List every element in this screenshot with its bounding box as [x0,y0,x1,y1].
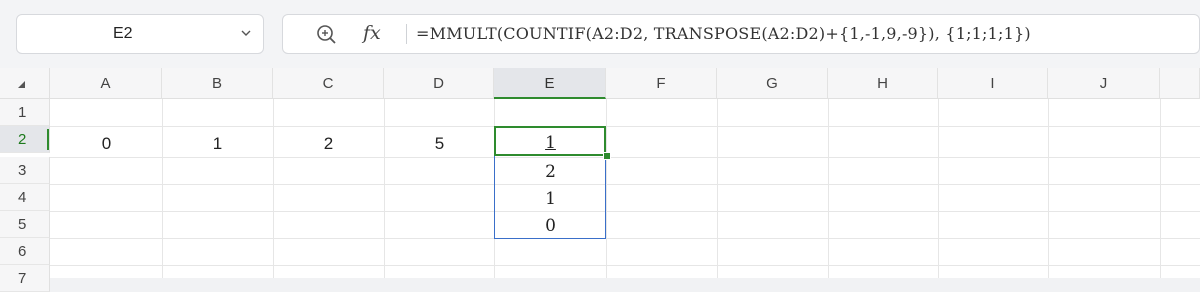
column-header-b[interactable]: B [162,68,273,99]
select-all-corner[interactable] [0,68,50,99]
column-header-d[interactable]: D [384,68,494,99]
cell-d2[interactable]: 5 [384,130,495,157]
row-header-6[interactable]: 6 [0,238,50,265]
grid-line [50,126,1200,127]
row-header-5[interactable]: 5 [0,211,50,238]
column-header-g[interactable]: G [717,68,828,99]
fill-handle[interactable] [603,152,611,160]
row-header-4[interactable]: 4 [0,184,50,211]
row-header-2[interactable]: 2 [0,126,50,153]
formula-bar[interactable]: fx =MMULT(COUNTIF(A2:D2, TRANSPOSE(A2:D2… [282,14,1200,54]
column-header-i[interactable]: I [938,68,1048,99]
active-cell-border [494,126,606,156]
column-header-f[interactable]: F [606,68,717,99]
grid-line [50,184,1200,185]
fx-icon[interactable]: fx [363,22,381,44]
row-header-1[interactable]: 1 [0,99,50,126]
grid-line [50,211,1200,212]
grid-line [50,265,1200,266]
cell-c2[interactable]: 2 [273,130,384,157]
row-header-3[interactable]: 3 [0,157,50,184]
column-header-j[interactable]: J [1048,68,1160,99]
column-header-c[interactable]: C [273,68,384,99]
select-all-icon [18,81,25,88]
column-header-extra[interactable] [1160,68,1200,99]
grid-line [50,238,1200,239]
row-header-7[interactable]: 7 [0,265,50,292]
zoom-formula-icon[interactable] [315,23,337,45]
cell-a2[interactable]: 0 [51,130,162,157]
formula-bar-divider [406,24,407,44]
row-selection-marker [47,129,49,150]
formula-input[interactable]: =MMULT(COUNTIF(A2:D2, TRANSPOSE(A2:D2)+{… [416,24,1031,43]
name-box[interactable]: E2 [16,14,264,54]
column-header-a[interactable]: A [50,68,162,99]
chevron-down-icon[interactable] [241,28,251,38]
name-box-value: E2 [113,25,133,42]
row-header-2-label: 2 [18,131,27,148]
column-header-h[interactable]: H [828,68,938,99]
cell-b2[interactable]: 1 [162,130,273,157]
grid-line [50,157,1200,158]
column-header-e[interactable]: E [494,68,606,99]
formula-toolbar: E2 fx =MMULT(COUNTIF(A2:D2, TRANSPOSE(A2… [0,0,1200,68]
